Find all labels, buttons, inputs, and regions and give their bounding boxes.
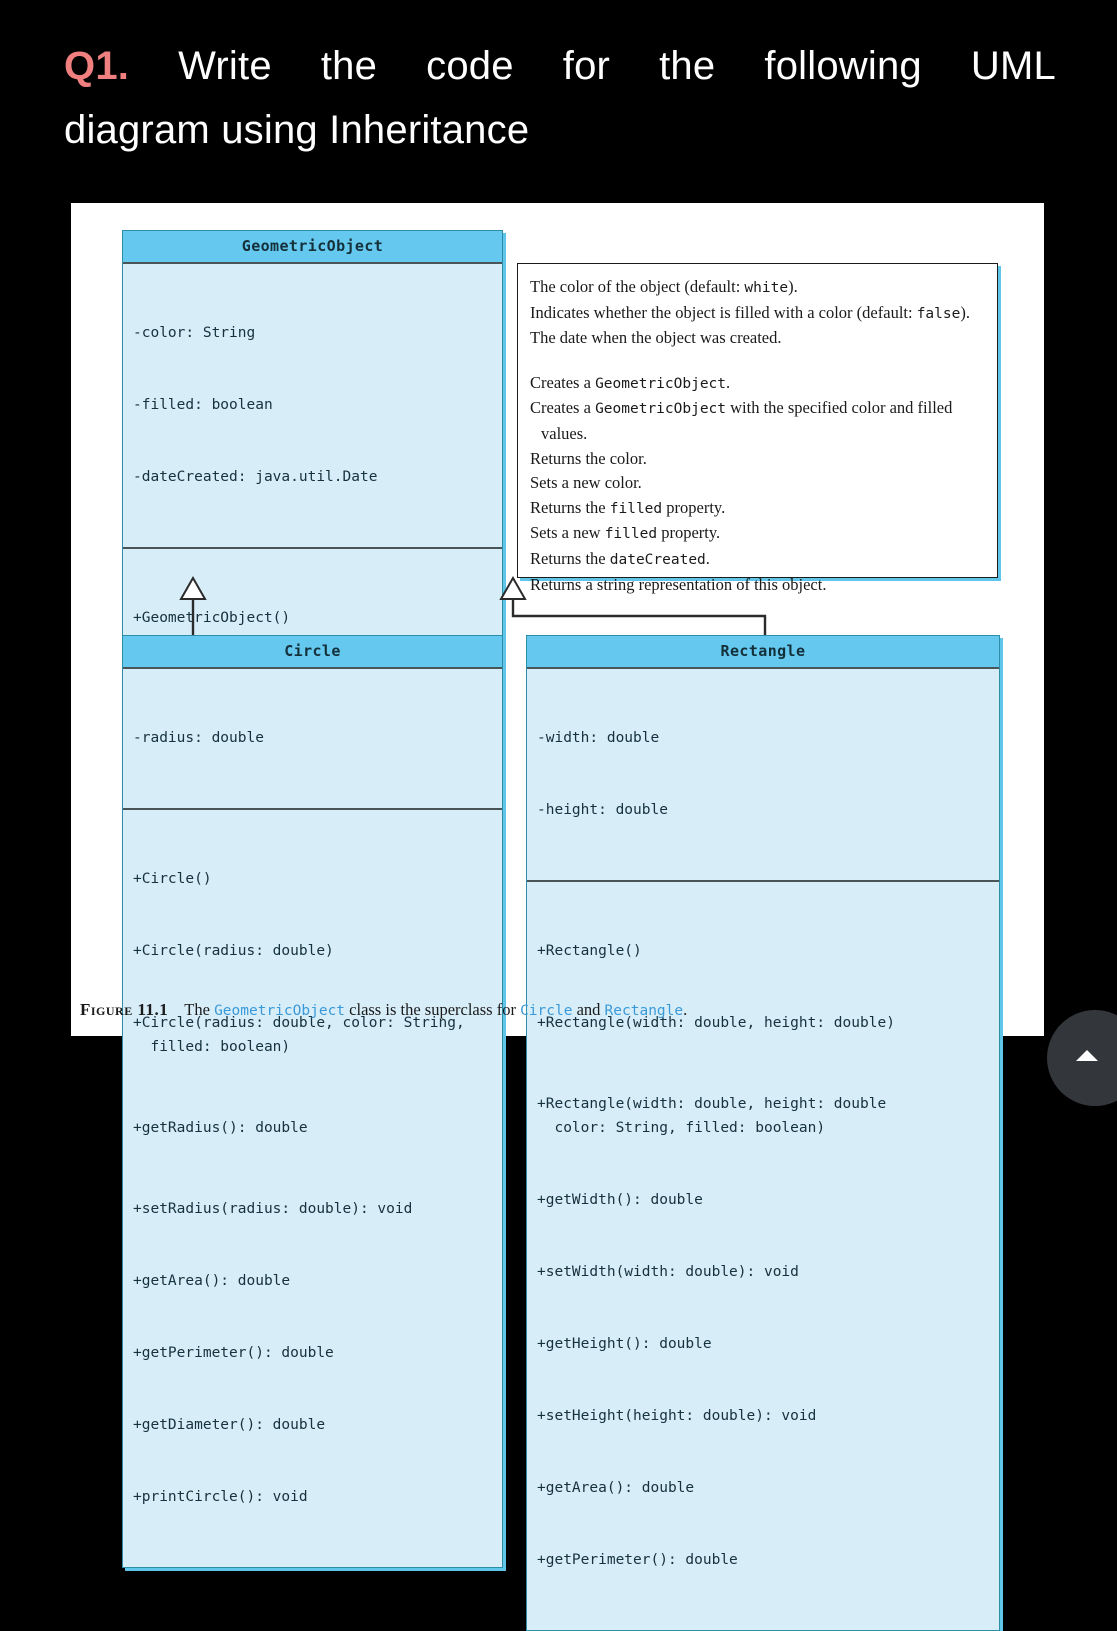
desc-text: Indicates whether the object is filled w…	[530, 303, 917, 322]
figure-label: Figure 11.1	[80, 1000, 168, 1019]
uml-class-circle: Circle -radius: double +Circle() +Circle…	[122, 635, 503, 1568]
method-row: +getArea(): double	[537, 1476, 989, 1500]
attribute-row: -filled: boolean	[133, 393, 492, 417]
uml-class-rectangle: Rectangle -width: double -height: double…	[526, 635, 1000, 1631]
desc-text: Creates a	[530, 398, 595, 417]
method-row: +setHeight(height: double): void	[537, 1404, 989, 1428]
method-row: +GeometricObject()	[133, 606, 492, 630]
desc-text: The date when the object was created.	[530, 328, 782, 347]
desc-text-end: with the specified color and filled	[726, 398, 952, 417]
desc-code: GeometricObject	[595, 376, 726, 392]
method-row: +getRadius(): double	[133, 1116, 492, 1140]
desc-text-end: ).	[960, 303, 970, 322]
caption-text-2: class is the superclass for	[349, 1000, 516, 1019]
caption-class-geometricobject: GeometricObject	[214, 1003, 345, 1019]
desc-code: GeometricObject	[595, 401, 726, 417]
desc-text-end: property.	[657, 523, 720, 542]
figure-panel: GeometricObject -color: String -filled: …	[71, 203, 1044, 1036]
method-row: +Circle()	[133, 867, 492, 891]
desc-code: filled	[610, 501, 662, 517]
desc-text: Creates a	[530, 373, 595, 392]
question-line-2: diagram using Inheritance	[64, 98, 1056, 162]
method-row: +getPerimeter(): double	[537, 1548, 989, 1572]
attribute-row: -color: String	[133, 321, 492, 345]
desc-text-end: property.	[662, 498, 725, 517]
methods-circle: +Circle() +Circle(radius: double) +Circl…	[123, 808, 502, 1567]
attributes-rectangle: -width: double -height: double	[527, 669, 999, 880]
method-row: +getArea(): double	[133, 1269, 492, 1293]
description-panel: The color of the object (default: white)…	[517, 263, 998, 578]
class-title-circle: Circle	[123, 636, 502, 669]
caption-text-1: The	[184, 1000, 210, 1019]
description-row: Creates a GeometricObject.	[530, 371, 985, 397]
attributes-geometricobject: -color: String -filled: boolean -dateCre…	[123, 264, 502, 547]
attribute-row: -radius: double	[133, 726, 492, 750]
desc-text: Returns the	[530, 549, 610, 568]
caption-period: .	[683, 1000, 687, 1019]
method-row: +Rectangle(width: double, height: double…	[537, 1092, 989, 1140]
question-line-1: Q1. Write the code for the following UML	[64, 34, 1056, 98]
description-row: Sets a new color.	[530, 471, 985, 496]
desc-code: dateCreated	[610, 552, 706, 568]
method-row: +Rectangle()	[537, 939, 989, 963]
desc-code: false	[917, 306, 961, 322]
caption-text-3: and	[577, 1000, 601, 1019]
attribute-row: -width: double	[537, 726, 989, 750]
desc-text: Sets a new color.	[530, 473, 642, 492]
desc-code: white	[744, 280, 788, 296]
description-row: Sets a new filled property.	[530, 521, 985, 547]
class-title-rectangle: Rectangle	[527, 636, 999, 669]
method-row: +getDiameter(): double	[133, 1413, 492, 1437]
triangle-up-icon	[1076, 1050, 1098, 1061]
method-row: +printCircle(): void	[133, 1485, 492, 1509]
question-text-line1: Write the code for the following UML	[178, 44, 1056, 88]
inheritance-line-rectangle	[513, 599, 765, 635]
description-row: Returns the color.	[530, 447, 985, 472]
description-row: Returns the dateCreated.	[530, 547, 985, 573]
desc-text-end: ).	[788, 277, 798, 296]
figure-caption: Figure 11.1 The GeometricObject class is …	[80, 1000, 687, 1020]
attribute-row: -height: double	[537, 798, 989, 822]
method-row: +getPerimeter(): double	[133, 1341, 492, 1365]
method-row: +Circle(radius: double)	[133, 939, 492, 963]
inheritance-arrowhead-rectangle	[501, 578, 525, 599]
desc-text-continuation: values.	[530, 422, 985, 447]
description-row: Returns a string representation of this …	[530, 573, 985, 598]
caption-class-circle: Circle	[520, 1003, 572, 1019]
desc-code: filled	[605, 526, 657, 542]
description-row: The color of the object (default: white)…	[530, 275, 985, 301]
description-row: Creates a GeometricObject with the speci…	[530, 396, 985, 446]
desc-text: Sets a new	[530, 523, 605, 542]
method-row: +getHeight(): double	[537, 1332, 989, 1356]
method-row: +setWidth(width: double): void	[537, 1260, 989, 1284]
method-row: +getWidth(): double	[537, 1188, 989, 1212]
description-row: The date when the object was created.	[530, 326, 985, 351]
desc-text-end: .	[706, 549, 710, 568]
desc-text: The color of the object (default:	[530, 277, 744, 296]
desc-text: Returns the color.	[530, 449, 647, 468]
question-heading: Q1. Write the code for the following UML…	[64, 34, 1056, 162]
attributes-circle: -radius: double	[123, 669, 502, 808]
desc-text-end: .	[726, 373, 730, 392]
description-row: Indicates whether the object is filled w…	[530, 301, 985, 327]
methods-rectangle: +Rectangle() +Rectangle(width: double, h…	[527, 880, 999, 1630]
question-number: Q1.	[64, 44, 129, 88]
desc-text: Returns the	[530, 498, 610, 517]
caption-class-rectangle: Rectangle	[605, 1003, 684, 1019]
desc-text: Returns a string representation of this …	[530, 575, 826, 594]
method-row: +setRadius(radius: double): void	[133, 1197, 492, 1221]
class-title-geometricobject: GeometricObject	[123, 231, 502, 264]
attribute-row: -dateCreated: java.util.Date	[133, 465, 492, 489]
scroll-to-top-button[interactable]	[1047, 1010, 1117, 1106]
description-row: Returns the filled property.	[530, 496, 985, 522]
